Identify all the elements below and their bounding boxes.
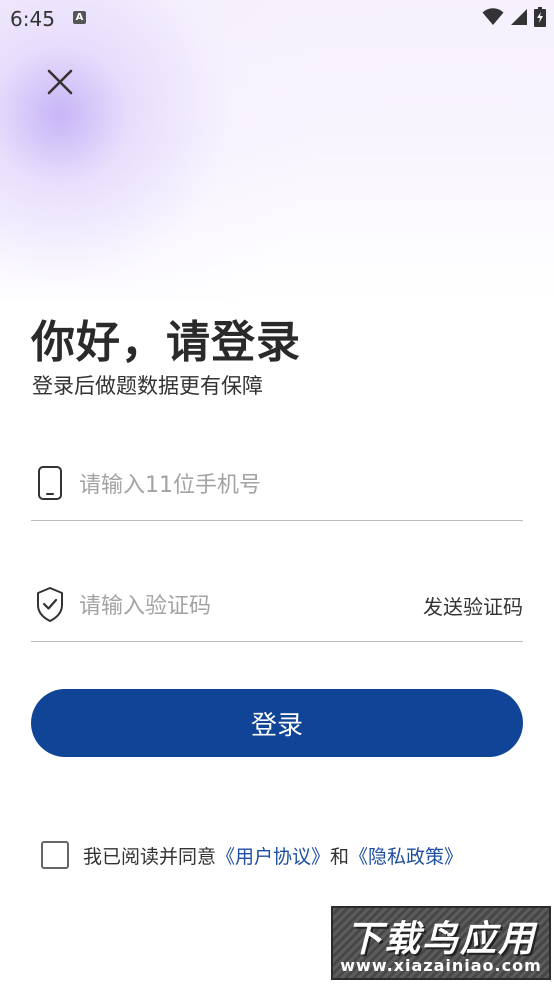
verification-code-input[interactable] xyxy=(77,585,381,627)
background-glow xyxy=(0,0,554,300)
battery-charging-icon xyxy=(534,7,546,27)
user-agreement-link[interactable]: 《用户协议》 xyxy=(216,842,330,869)
close-icon xyxy=(47,69,73,95)
cellular-signal-icon xyxy=(511,9,527,25)
watermark-url: www.xiazainiao.com xyxy=(340,956,542,975)
phone-input[interactable] xyxy=(77,464,381,506)
privacy-policy-link[interactable]: 《隐私政策》 xyxy=(349,842,463,869)
agreement-row: 我已阅读并同意 《用户协议》 和 《隐私政策》 xyxy=(41,841,463,869)
agreement-checkbox[interactable] xyxy=(41,841,69,869)
phone-icon xyxy=(38,466,62,500)
notification-icon: A xyxy=(73,11,86,24)
login-button[interactable]: 登录 xyxy=(31,689,523,757)
page-title: 你好，请登录 xyxy=(31,317,301,368)
shield-check-icon xyxy=(37,587,63,622)
watermark-title: 下载鸟应用 xyxy=(345,919,536,960)
wifi-icon xyxy=(482,8,504,25)
page-subtitle: 登录后做题数据更有保障 xyxy=(32,374,263,398)
agreement-conjunction: 和 xyxy=(330,845,350,868)
watermark-logo: 下载鸟应用 www.xiazainiao.com xyxy=(331,906,551,980)
status-bar: 6:45 A xyxy=(0,0,554,38)
close-button[interactable] xyxy=(42,64,78,100)
status-icons xyxy=(482,7,546,27)
agreement-text: 我已阅读并同意 xyxy=(83,845,217,868)
send-code-button[interactable]: 发送验证码 xyxy=(423,591,523,620)
code-field: 发送验证码 xyxy=(31,585,523,642)
phone-field xyxy=(31,464,523,521)
status-time: 6:45 xyxy=(10,7,55,31)
